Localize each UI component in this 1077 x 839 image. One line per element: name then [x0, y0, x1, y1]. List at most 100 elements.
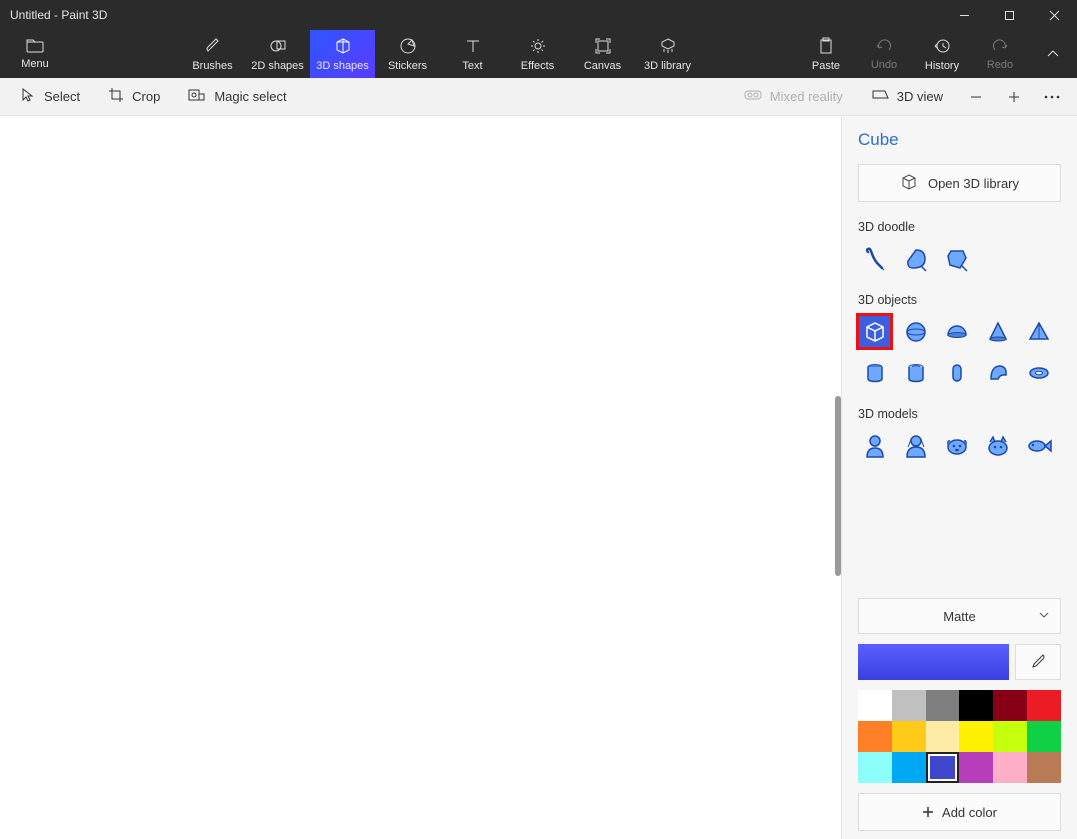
tab-effects[interactable]: Effects	[505, 30, 570, 78]
canvas-area[interactable]	[0, 116, 841, 839]
zoom-out-button[interactable]	[959, 82, 993, 112]
object-capsule[interactable]	[940, 356, 973, 389]
3dview-button[interactable]: 3D view	[859, 84, 955, 109]
chevron-down-icon	[1038, 609, 1050, 624]
current-color-swatch[interactable]	[858, 644, 1009, 680]
section-doodle-label: 3D doodle	[858, 220, 1061, 234]
palette-swatch[interactable]	[993, 721, 1027, 752]
close-button[interactable]	[1032, 0, 1077, 30]
maximize-button[interactable]	[987, 0, 1032, 30]
palette-swatch[interactable]	[892, 721, 926, 752]
object-curved[interactable]	[981, 356, 1014, 389]
scrollbar-thumb[interactable]	[835, 396, 841, 576]
tab-3dshapes[interactable]: 3D shapes	[310, 30, 375, 78]
object-cone[interactable]	[981, 315, 1014, 348]
object-pyramid[interactable]	[1022, 315, 1055, 348]
redo-button[interactable]: Redo	[971, 30, 1029, 78]
plus-icon	[1007, 90, 1021, 104]
tab-brushes[interactable]: Brushes	[180, 30, 245, 78]
palette-swatch[interactable]	[926, 721, 960, 752]
palette-swatch[interactable]	[926, 690, 960, 721]
undo-button[interactable]: Undo	[855, 30, 913, 78]
crop-label: Crop	[132, 89, 160, 104]
undo-icon	[875, 38, 893, 57]
palette-swatch[interactable]	[892, 752, 926, 783]
palette-swatch[interactable]	[858, 721, 892, 752]
minimize-button[interactable]	[942, 0, 987, 30]
mixed-label: Mixed reality	[770, 89, 843, 104]
doodle-sharp[interactable]	[940, 242, 973, 275]
palette-swatch[interactable]	[892, 690, 926, 721]
paste-button[interactable]: Paste	[797, 30, 855, 78]
zoom-in-button[interactable]	[997, 82, 1031, 112]
palette-swatch[interactable]	[1027, 690, 1061, 721]
view3d-label: 3D view	[897, 89, 943, 104]
object-hemisphere[interactable]	[940, 315, 973, 348]
history-button[interactable]: History	[913, 30, 971, 78]
eyedropper-button[interactable]	[1015, 644, 1061, 680]
palette-swatch[interactable]	[926, 752, 960, 783]
doodle-row	[858, 242, 1061, 275]
tab-stickers[interactable]: Stickers	[375, 30, 440, 78]
open-3d-library-button[interactable]: Open 3D library	[858, 164, 1061, 202]
object-cylinder[interactable]	[858, 356, 891, 389]
object-cube[interactable]	[858, 315, 891, 348]
object-sphere[interactable]	[899, 315, 932, 348]
menu-button[interactable]: Menu	[0, 30, 70, 78]
paste-label: Paste	[812, 60, 840, 72]
doodle-soft[interactable]	[899, 242, 932, 275]
library-icon	[659, 37, 677, 58]
palette-swatch[interactable]	[858, 690, 892, 721]
magic-icon	[188, 88, 206, 105]
model-woman[interactable]	[899, 429, 932, 462]
palette-swatch[interactable]	[993, 752, 1027, 783]
material-label: Matte	[943, 609, 976, 624]
cursor-icon	[20, 87, 36, 106]
palette-swatch[interactable]	[1027, 752, 1061, 783]
palette-swatch[interactable]	[959, 721, 993, 752]
shapes3d-icon	[334, 37, 352, 58]
palette-swatch[interactable]	[959, 690, 993, 721]
add-color-button[interactable]: Add color	[858, 793, 1061, 831]
view3d-icon	[871, 88, 889, 105]
magic-select-tool[interactable]: Magic select	[176, 84, 298, 109]
object-tube[interactable]	[899, 356, 932, 389]
history-label: History	[925, 60, 959, 72]
tab-label: Effects	[521, 60, 554, 72]
tab-canvas[interactable]: Canvas	[570, 30, 635, 78]
undo-label: Undo	[871, 59, 897, 71]
models-row	[858, 429, 1061, 462]
palette-swatch[interactable]	[1027, 721, 1061, 752]
tab-2dshapes[interactable]: 2D shapes	[245, 30, 310, 78]
model-fish[interactable]	[1022, 429, 1055, 462]
tab-label: Text	[462, 60, 482, 72]
eyedropper-icon	[1029, 653, 1047, 671]
tab-text[interactable]: Text	[440, 30, 505, 78]
model-man[interactable]	[858, 429, 891, 462]
doodle-tube[interactable]	[858, 242, 891, 275]
material-dropdown[interactable]: Matte	[858, 598, 1061, 634]
model-dog[interactable]	[940, 429, 973, 462]
redo-label: Redo	[987, 59, 1013, 71]
section-objects-label: 3D objects	[858, 293, 1061, 307]
object-torus[interactable]	[1022, 356, 1055, 389]
ribbon-tabs: Brushes 2D shapes 3D shapes Stickers Tex…	[180, 30, 700, 78]
crop-tool[interactable]: Crop	[96, 83, 172, 110]
collapse-ribbon-button[interactable]	[1029, 30, 1077, 78]
more-button[interactable]	[1035, 82, 1069, 112]
minus-icon	[969, 90, 983, 104]
redo-icon	[991, 38, 1009, 57]
color-palette	[858, 690, 1061, 783]
chevron-up-icon	[1045, 46, 1061, 62]
titlebar: Untitled - Paint 3D	[0, 0, 1077, 30]
effects-icon	[529, 37, 547, 58]
ellipsis-icon	[1044, 95, 1060, 99]
select-tool[interactable]: Select	[8, 83, 92, 110]
tab-3dlibrary[interactable]: 3D library	[635, 30, 700, 78]
stickers-icon	[399, 37, 417, 58]
ribbon: Menu Brushes 2D shapes 3D shapes Sticker…	[0, 30, 1077, 78]
palette-swatch[interactable]	[959, 752, 993, 783]
palette-swatch[interactable]	[858, 752, 892, 783]
model-cat[interactable]	[981, 429, 1014, 462]
palette-swatch[interactable]	[993, 690, 1027, 721]
